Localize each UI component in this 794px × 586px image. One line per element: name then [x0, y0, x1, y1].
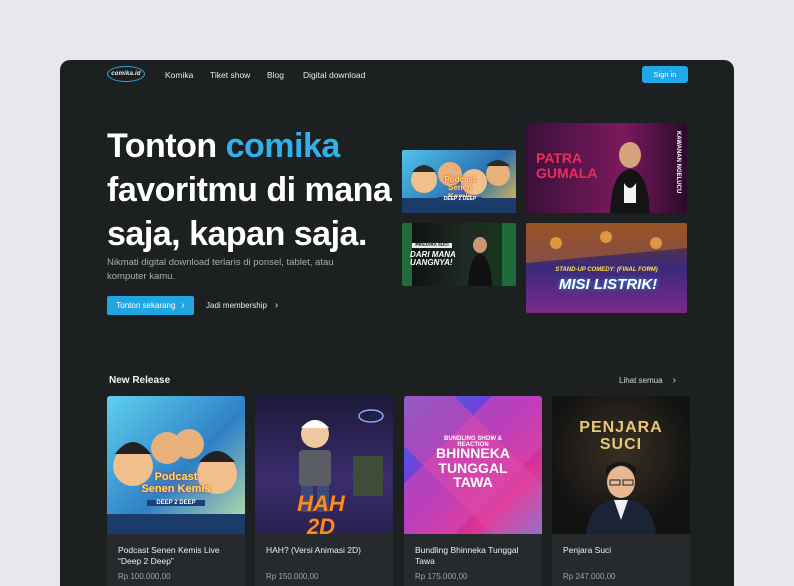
release-cover: Podcast Senen Kemis DEEP 2 DEEP: [107, 396, 245, 534]
hero-title-part2: favoritmu di mana saja, kapan saja.: [107, 171, 392, 254]
performer-portrait-icon: [586, 462, 656, 534]
hero-title: Tonton comika favoritmu di mana saja, ka…: [107, 124, 407, 257]
cover-label: Podcast Senen Kemis: [141, 471, 211, 495]
top-nav: comika.id Komika Tiket show Blog Digital…: [60, 60, 734, 90]
section-title-new-release: New Release: [109, 375, 171, 386]
nav-link-tiket-show[interactable]: Tiket show: [210, 70, 250, 80]
release-title: Bundling Bhinneka Tunggal Tawa: [415, 545, 519, 567]
release-card[interactable]: PENJARA SUCI Penjara Suci Rp 247.000,00: [552, 396, 690, 586]
hero-thumb-penjara[interactable]: DARI MANA UANGNYA! PENJARA SUCI: [402, 223, 516, 286]
release-title: Podcast Senen Kemis Live “Deep 2 Deep”: [118, 545, 220, 567]
release-cover: HAH 2D: [255, 396, 393, 534]
hero-subtitle: Nikmati digital download terlaris di pon…: [107, 257, 334, 283]
release-title: HAH? (Versi Animasi 2D): [266, 545, 361, 555]
hero-title-accent: comika: [225, 127, 341, 165]
thumb-sub: STAND-UP COMEDY: (FINAL FORM): [555, 267, 658, 273]
cover-sub: DEEP 2 DEEP: [147, 500, 205, 507]
thumb-sub: DEEP 2 DEEP: [438, 196, 482, 203]
watch-now-label: Tonton sekarang: [116, 301, 176, 310]
release-price: Rp 100.000,00: [118, 572, 171, 581]
cover-label: BHINNEKA TUNGGAL TAWA: [436, 445, 510, 491]
sign-in-button[interactable]: Sign in: [642, 66, 688, 83]
release-price: Rp 150.000,00: [266, 572, 319, 581]
thumb-label: MISI LISTRIK!: [558, 276, 658, 293]
release-cover: PENJARA SUCI: [552, 396, 690, 534]
hero-thumb-patra[interactable]: PATRA GUMALA KAWANAN NGELUCU: [526, 123, 687, 213]
release-card[interactable]: Podcast Senen Kemis DEEP 2 DEEP Podcast …: [107, 396, 245, 586]
release-title: Penjara Suci: [563, 545, 612, 555]
cover-label: PENJARA SUCI: [579, 419, 663, 453]
watch-now-button[interactable]: Tonton sekarang ›: [107, 296, 194, 315]
hero-thumb-podcast[interactable]: Podcast Senen Kemis DEEP 2 DEEP: [402, 150, 516, 213]
release-cover: BUNDLING SHOW & REACTION BHINNEKA TUNGGA…: [404, 396, 542, 534]
app-window: comika.id Komika Tiket show Blog Digital…: [60, 60, 734, 586]
hero-thumb-misi-listrik[interactable]: MISI LISTRIK! STAND-UP COMEDY: (FINAL FO…: [526, 223, 687, 313]
thumb-sub: KAWANAN NGELUCU: [675, 130, 682, 194]
hero-title-part1: Tonton: [107, 127, 226, 165]
see-all-link[interactable]: Lihat semua ›: [619, 375, 676, 386]
release-card[interactable]: BUNDLING SHOW & REACTION BHINNEKA TUNGGA…: [404, 396, 542, 586]
thumb-label: PATRA GUMALA: [536, 150, 598, 181]
release-card[interactable]: HAH 2D HAH? (Versi Animasi 2D) Rp 150.00…: [255, 396, 393, 586]
thumb-label: DARI MANA UANGNYA!: [410, 250, 456, 268]
chevron-right-icon: ›: [274, 300, 279, 311]
thumb-sub: PENJARA SUCI: [412, 242, 452, 248]
chevron-right-icon: ›: [181, 300, 185, 311]
nav-link-digital-download[interactable]: Digital download: [303, 70, 365, 80]
nav-link-blog[interactable]: Blog: [267, 70, 284, 80]
membership-link[interactable]: Jadi membership ›: [206, 300, 278, 311]
podcast-art-icon: [107, 429, 245, 534]
nav-link-komika[interactable]: Komika: [165, 70, 193, 80]
see-all-label: Lihat semua: [619, 376, 663, 385]
release-price: Rp 175.000,00: [415, 572, 468, 581]
release-price: Rp 247.000,00: [563, 572, 616, 581]
chevron-right-icon: ›: [672, 375, 676, 386]
membership-label: Jadi membership: [206, 301, 267, 310]
cover-label: HAH 2D: [297, 491, 345, 534]
logo-text: comika.id: [111, 71, 141, 77]
logo[interactable]: comika.id: [107, 66, 145, 82]
